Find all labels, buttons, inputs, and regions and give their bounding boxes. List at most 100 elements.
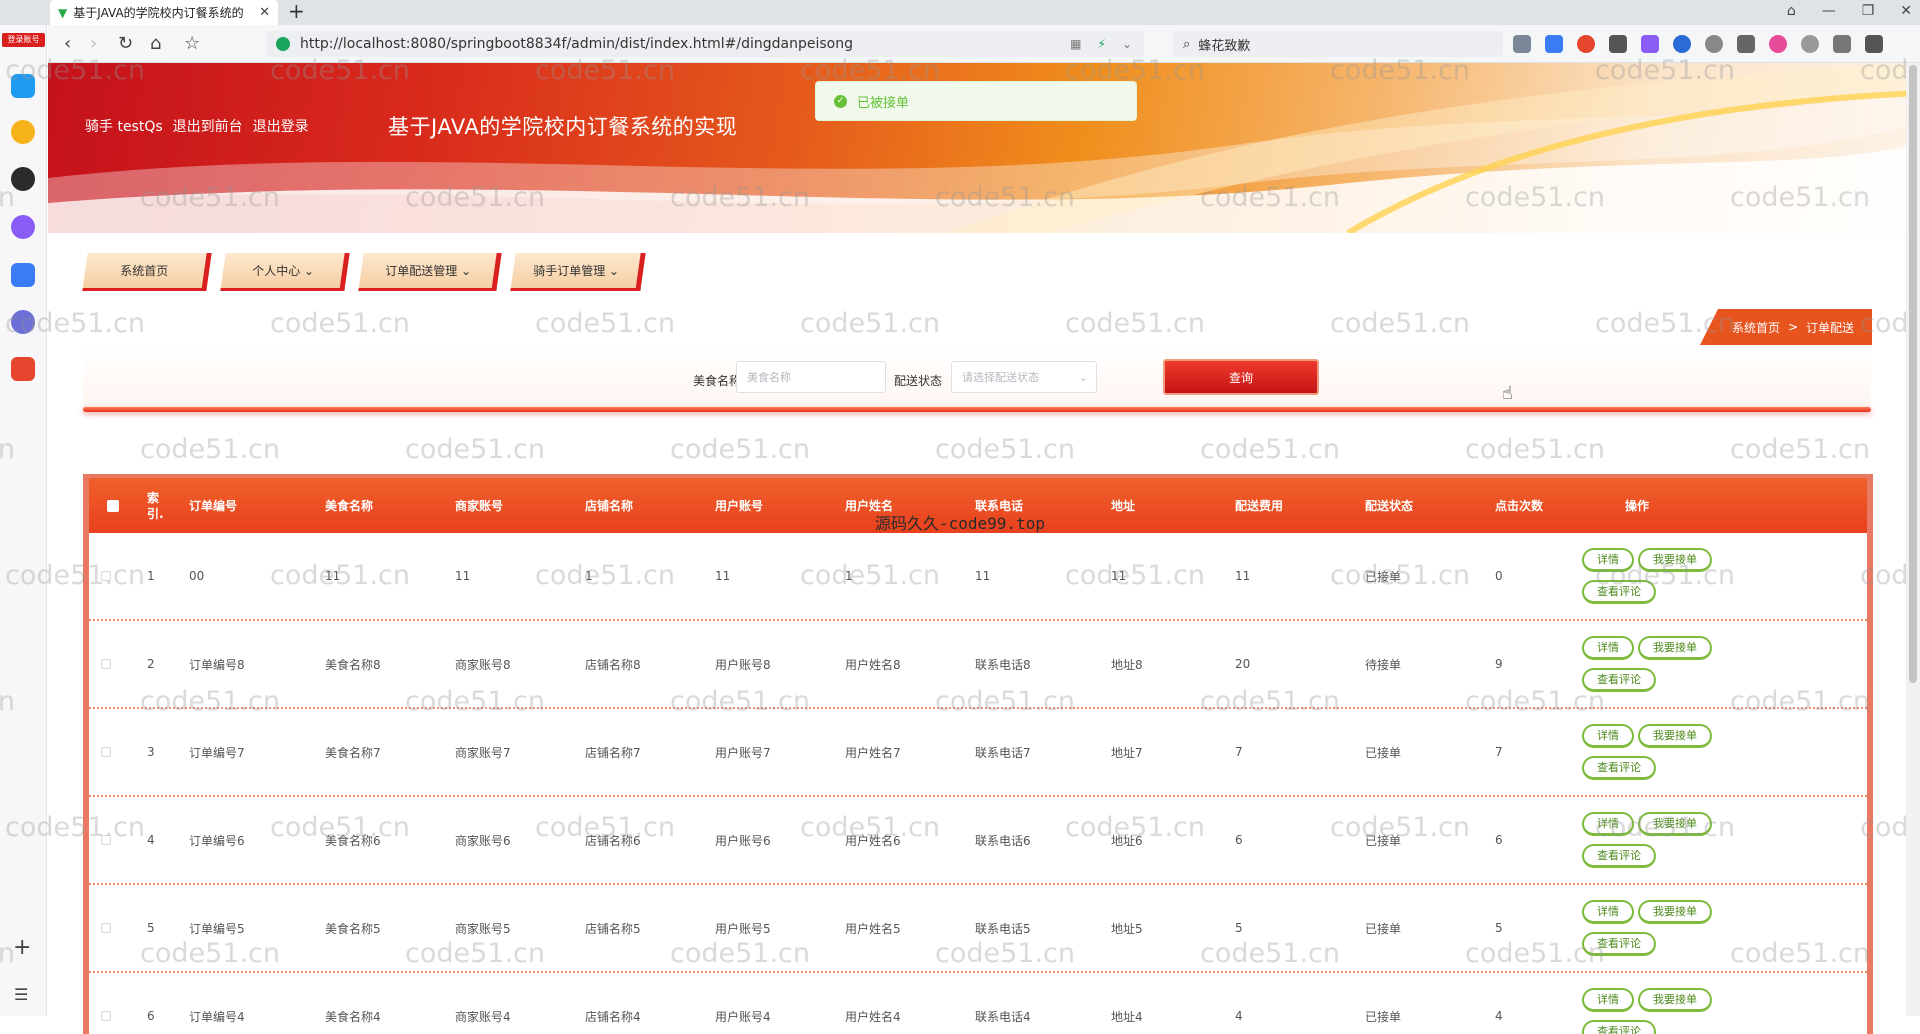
back-icon[interactable]: ‹	[64, 33, 71, 54]
accept-order-button[interactable]: 我要接单	[1638, 724, 1712, 748]
cell-address: 地址6	[1111, 833, 1143, 848]
accept-order-button[interactable]: 我要接单	[1638, 988, 1712, 1012]
ai-app-icon[interactable]	[11, 263, 35, 287]
view-comments-button[interactable]: 查看评论	[1582, 932, 1656, 956]
view-comments-button[interactable]: 查看评论	[1582, 668, 1656, 692]
row-checkbox[interactable]	[101, 923, 111, 933]
brightness-icon[interactable]	[1801, 35, 1819, 53]
shirt-icon[interactable]: ⌂	[1787, 3, 1796, 19]
chevron-down-icon[interactable]: ⌄	[1122, 37, 1132, 51]
cell-delivery-fee: 11	[1235, 569, 1251, 583]
nav-order-delivery[interactable]: 订单配送管理 ⌄	[358, 253, 502, 291]
cell-order-no: 00	[189, 569, 205, 583]
food-name-label: 美食名称	[693, 374, 742, 388]
translate-icon[interactable]	[1641, 35, 1659, 53]
select-all-checkbox[interactable]	[107, 499, 119, 512]
mouse-cursor-icon: ☝	[1502, 383, 1513, 404]
view-comments-button[interactable]: 查看评论	[1582, 580, 1656, 604]
accept-order-button[interactable]: 我要接单	[1638, 900, 1712, 924]
row-actions: 详情 我要接单查看评论	[1582, 724, 1742, 788]
search-box[interactable]: ⌕ 蜂花致歉	[1173, 31, 1503, 57]
table-row: 5 订单编号5 美食名称5 商家账号5 店铺名称5 用户账号5 用户姓名5 联系电话5 地址5 5…	[89, 885, 1867, 973]
home-icon[interactable]: ⌂	[150, 33, 161, 54]
detail-button[interactable]: 详情	[1582, 724, 1634, 748]
accept-order-button[interactable]: 我要接单	[1638, 812, 1712, 836]
nav-home[interactable]: 系统首页	[82, 253, 212, 291]
new-tab-button[interactable]: +	[288, 0, 305, 22]
detail-button[interactable]: 详情	[1582, 900, 1634, 924]
cell-merchant-account: 11	[455, 569, 471, 583]
scrollbar-thumb[interactable]	[1909, 65, 1917, 683]
detail-button[interactable]: 详情	[1582, 812, 1634, 836]
col-merchant: 商家账号	[455, 499, 504, 513]
menu-icon[interactable]: ☰	[14, 985, 28, 1004]
row-checkbox[interactable]	[101, 747, 111, 757]
minimize-icon[interactable]: —	[1822, 3, 1836, 19]
delivery-status-select[interactable]: 请选择配送状态 ⌄	[951, 361, 1097, 393]
undo-icon[interactable]	[1833, 35, 1851, 53]
forward-icon[interactable]: ›	[90, 33, 97, 54]
color-icon[interactable]	[1769, 35, 1787, 53]
assistant-icon[interactable]	[11, 167, 35, 191]
breadcrumb-home[interactable]: 系统首页	[1732, 319, 1780, 336]
reader-icon[interactable]: ▦	[1070, 37, 1081, 51]
query-button[interactable]: 查询	[1163, 359, 1319, 395]
close-tab-icon[interactable]: ✕	[259, 5, 270, 20]
game-icon[interactable]	[11, 357, 35, 381]
bolt-icon[interactable]: ⚡	[1098, 37, 1106, 51]
col-order-no: 订单编号	[189, 499, 238, 513]
bookmark-star-icon[interactable]: ☆	[184, 33, 200, 54]
address-bar: ‹ › ↻ ⌂ ☆ http://localhost:8080/springbo…	[48, 25, 1920, 63]
row-checkbox[interactable]	[101, 571, 111, 581]
cell-user-account: 用户账号6	[715, 833, 771, 848]
col-ops: 操作	[1625, 499, 1650, 513]
nav-rider-orders[interactable]: 骑手订单管理 ⌄	[510, 253, 646, 291]
cell-address: 地址4	[1111, 1009, 1143, 1024]
ai-icon[interactable]	[11, 215, 35, 239]
cell-row-index: 1	[147, 569, 155, 583]
add-icon[interactable]: +	[13, 935, 31, 960]
row-actions: 详情 我要接单查看评论	[1582, 812, 1742, 876]
chat-bot-icon[interactable]	[11, 310, 35, 334]
accept-order-button[interactable]: 我要接单	[1638, 636, 1712, 660]
col-address: 地址	[1111, 499, 1136, 513]
view-comments-button[interactable]: 查看评论	[1582, 844, 1656, 868]
page-scrollbar[interactable]	[1906, 63, 1920, 1016]
chevron-down-icon: ⌄	[1078, 370, 1088, 384]
avatar[interactable]	[1705, 35, 1723, 53]
url-field[interactable]: http://localhost:8080/springboot8834f/ad…	[266, 31, 1144, 57]
cell-merchant-account: 商家账号7	[455, 745, 511, 760]
row-checkbox[interactable]	[101, 1011, 111, 1021]
row-checkbox[interactable]	[101, 835, 111, 845]
restore-icon[interactable]: ❐	[1862, 3, 1875, 19]
toast-message: 已被接单	[857, 95, 910, 111]
weibo-icon[interactable]	[1577, 35, 1595, 53]
magnifier-icon[interactable]	[1673, 35, 1691, 53]
cell-phone: 联系电话5	[975, 921, 1031, 936]
back-to-front-link[interactable]: 退出到前台	[173, 116, 243, 136]
login-badge[interactable]: 登录账号	[2, 33, 45, 47]
menu-icon[interactable]	[1865, 35, 1883, 53]
food-name-input[interactable]: 美食名称	[736, 361, 886, 393]
col-food: 美食名称	[325, 499, 374, 513]
row-checkbox[interactable]	[101, 659, 111, 669]
reload-icon[interactable]: ↻	[118, 33, 133, 54]
nav-personal-center[interactable]: 个人中心 ⌄	[220, 253, 350, 291]
sidebar-app-icon[interactable]	[11, 74, 35, 98]
col-clicks: 点击次数	[1495, 499, 1544, 513]
view-comments-button[interactable]: 查看评论	[1582, 756, 1656, 780]
browser-tab[interactable]: ▼ 基于JAVA的学院校内订餐系统的 ✕	[50, 0, 278, 25]
detail-button[interactable]: 详情	[1582, 988, 1634, 1012]
close-window-icon[interactable]: ✕	[1900, 3, 1912, 19]
puzzle-icon[interactable]	[1513, 35, 1531, 53]
detail-button[interactable]: 详情	[1582, 636, 1634, 660]
scissors-icon[interactable]	[1609, 35, 1627, 53]
favorites-star-icon[interactable]	[11, 120, 35, 144]
detail-button[interactable]: 详情	[1582, 548, 1634, 572]
cell-shop-name: 1	[585, 569, 593, 583]
logout-link[interactable]: 退出登录	[253, 116, 309, 136]
grid-icon[interactable]	[1737, 35, 1755, 53]
accept-order-button[interactable]: 我要接单	[1638, 548, 1712, 572]
mail-icon[interactable]	[1545, 35, 1563, 53]
view-comments-button[interactable]: 查看评论	[1582, 1020, 1656, 1034]
